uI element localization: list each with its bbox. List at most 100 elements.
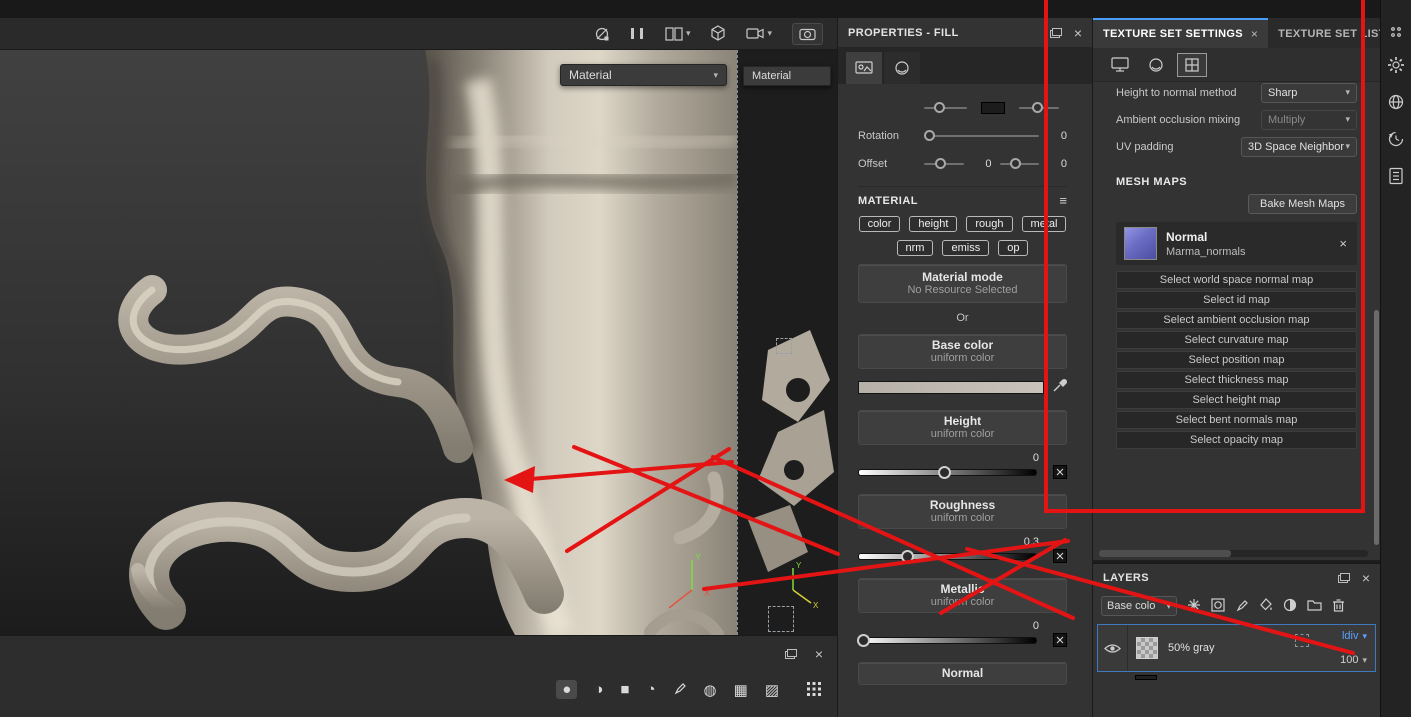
mesh-map-normal-item[interactable]: Normal Marma_normals × bbox=[1116, 222, 1357, 265]
tab-texture-set-settings[interactable]: TEXTURE SET SETTINGS × bbox=[1093, 18, 1269, 48]
blend-mode-dropdown[interactable]: ldiv ▾ bbox=[1342, 630, 1367, 642]
metallic-value[interactable]: 0 bbox=[1033, 620, 1039, 632]
height-to-normal-dropdown[interactable]: Sharp ▾ bbox=[1261, 82, 1357, 103]
cube-perspective-icon[interactable] bbox=[710, 25, 726, 42]
log-icon[interactable] bbox=[1388, 167, 1404, 188]
close-icon[interactable]: × bbox=[815, 647, 823, 661]
expression-icon[interactable] bbox=[1053, 465, 1067, 482]
add-effect-icon[interactable] bbox=[1187, 598, 1201, 615]
channel-chip[interactable]: op bbox=[998, 240, 1029, 256]
texture-preview-icon[interactable]: ▨ bbox=[765, 681, 779, 699]
roughness-mode-button[interactable]: Roughness uniform color bbox=[858, 494, 1067, 529]
material-mode-button[interactable]: Material mode No Resource Selected bbox=[858, 264, 1067, 303]
camera-view-icon[interactable]: ▾ bbox=[746, 27, 772, 40]
split-view-icon[interactable]: ▾ bbox=[665, 26, 690, 41]
add-smart-material-icon[interactable] bbox=[1283, 598, 1297, 615]
offset-x-value[interactable]: 0 bbox=[972, 158, 991, 170]
select-map-button[interactable]: Select height map bbox=[1116, 391, 1357, 409]
undock-icon[interactable] bbox=[1049, 27, 1062, 38]
shader-material-dropdown[interactable]: Material ▾ bbox=[560, 64, 727, 86]
offset-y-slider[interactable] bbox=[999, 158, 1039, 169]
select-map-button[interactable]: Select bent normals map bbox=[1116, 411, 1357, 429]
channel-filter-dropdown[interactable]: Base colo ▾ bbox=[1101, 596, 1177, 616]
channel-chip[interactable]: nrm bbox=[896, 240, 934, 256]
base-color-mode-button[interactable]: Base color uniform color bbox=[858, 334, 1067, 369]
symmetry-icon[interactable] bbox=[594, 26, 610, 42]
gear-icon[interactable] bbox=[1387, 56, 1405, 77]
add-paint-layer-icon[interactable] bbox=[1235, 598, 1249, 615]
value-box[interactable] bbox=[981, 102, 1005, 114]
delete-layer-icon[interactable] bbox=[1332, 598, 1345, 615]
add-mask-icon[interactable] bbox=[1211, 597, 1225, 615]
channel-chip[interactable]: emiss bbox=[942, 240, 990, 256]
rotation-slider[interactable] bbox=[923, 130, 1039, 141]
select-map-button[interactable]: Select curvature map bbox=[1116, 331, 1357, 349]
eyedropper-icon[interactable] bbox=[1052, 378, 1068, 396]
metallic-slider[interactable] bbox=[856, 634, 1037, 647]
clear-map-icon[interactable]: × bbox=[1337, 236, 1349, 251]
display-halfsphere-icon[interactable]: ◑ bbox=[594, 681, 603, 698]
brush-icon[interactable] bbox=[673, 681, 687, 699]
select-map-button[interactable]: Select opacity map bbox=[1116, 431, 1357, 449]
add-folder-icon[interactable] bbox=[1307, 598, 1322, 614]
scale-slider[interactable] bbox=[924, 102, 967, 113]
close-icon[interactable]: × bbox=[1362, 571, 1370, 585]
viewport-3d[interactable]: Y X Material ▾ bbox=[0, 50, 737, 635]
layer-visibility-toggle[interactable] bbox=[1098, 625, 1128, 671]
section-menu-icon[interactable]: ≡ bbox=[1059, 193, 1067, 208]
channel-chip[interactable]: height bbox=[909, 216, 958, 232]
uv-padding-dropdown[interactable]: 3D Space Neighbor ▾ bbox=[1241, 136, 1357, 157]
expression-icon[interactable] bbox=[1053, 633, 1067, 650]
offset-y-value[interactable]: 0 bbox=[1047, 158, 1067, 170]
uv-selection-box[interactable] bbox=[768, 606, 794, 632]
display-settings-icon[interactable] bbox=[1387, 93, 1405, 114]
roughness-slider[interactable] bbox=[858, 550, 1037, 563]
normal-mode-button[interactable]: Normal bbox=[858, 662, 1067, 685]
layer-row-50-gray[interactable]: 50% gray ldiv ▾ 100 ▾ bbox=[1097, 624, 1376, 672]
offset-x-slider[interactable] bbox=[924, 158, 964, 169]
select-map-button[interactable]: Select id map bbox=[1116, 291, 1357, 309]
strip-material-label[interactable]: Material bbox=[743, 66, 831, 86]
channels-sphere-icon[interactable] bbox=[1141, 53, 1171, 77]
close-tab-icon[interactable]: × bbox=[1251, 27, 1258, 41]
close-icon[interactable]: × bbox=[1074, 26, 1082, 40]
pause-engine-icon[interactable] bbox=[630, 28, 645, 39]
display-quarter-icon[interactable]: ◔ bbox=[646, 681, 655, 698]
height-mode-button[interactable]: Height uniform color bbox=[858, 410, 1067, 445]
viewport-2d-strip[interactable]: Y X Material bbox=[737, 50, 837, 635]
layer-thumbnail[interactable] bbox=[1136, 637, 1158, 659]
rotation-value[interactable]: 0 bbox=[1047, 130, 1067, 142]
drag-dots-icon[interactable] bbox=[1391, 26, 1401, 40]
display-material-icon[interactable]: ● bbox=[556, 680, 578, 699]
base-color-swatch[interactable] bbox=[858, 380, 1044, 394]
select-map-button[interactable]: Select ambient occlusion map bbox=[1116, 311, 1357, 329]
wireframe-sphere-icon[interactable]: ◍ bbox=[704, 681, 717, 699]
channel-chip[interactable]: metal bbox=[1021, 216, 1067, 232]
metallic-mode-button[interactable]: Metallic uniform color bbox=[858, 578, 1067, 613]
channel-chip[interactable]: rough bbox=[966, 216, 1013, 232]
undock-icon[interactable] bbox=[1337, 573, 1350, 583]
tab-fill-properties[interactable] bbox=[846, 52, 882, 84]
screenshot-camera-icon[interactable] bbox=[792, 22, 823, 45]
channel-chip[interactable]: color bbox=[858, 216, 901, 232]
mesh-maps-icon[interactable] bbox=[1177, 52, 1207, 77]
history-icon[interactable] bbox=[1387, 130, 1405, 151]
uv-selection-box[interactable] bbox=[776, 338, 792, 354]
grid-menu-icon[interactable] bbox=[807, 682, 821, 699]
height-value[interactable]: 0 bbox=[1033, 452, 1039, 464]
height-slider[interactable] bbox=[858, 466, 1037, 479]
bake-mesh-maps-button[interactable]: Bake Mesh Maps bbox=[1248, 194, 1357, 214]
expression-icon[interactable] bbox=[1053, 549, 1067, 566]
display-basecolor-icon[interactable]: ■ bbox=[620, 681, 629, 698]
roughness-value[interactable]: 0.3 bbox=[1024, 536, 1039, 548]
layer-channels-box[interactable] bbox=[1295, 634, 1309, 647]
bake-settings-icon[interactable] bbox=[1105, 53, 1135, 77]
add-fill-layer-icon[interactable] bbox=[1259, 597, 1273, 615]
undock-icon[interactable] bbox=[784, 649, 797, 659]
select-map-button[interactable]: Select world space normal map bbox=[1116, 271, 1357, 289]
horizontal-scrollbar[interactable] bbox=[1099, 550, 1368, 557]
tab-material-preview[interactable] bbox=[884, 52, 920, 84]
select-map-button[interactable]: Select position map bbox=[1116, 351, 1357, 369]
checker-icon[interactable]: ▦ bbox=[734, 681, 748, 699]
scale-slider-2[interactable] bbox=[1019, 102, 1059, 113]
